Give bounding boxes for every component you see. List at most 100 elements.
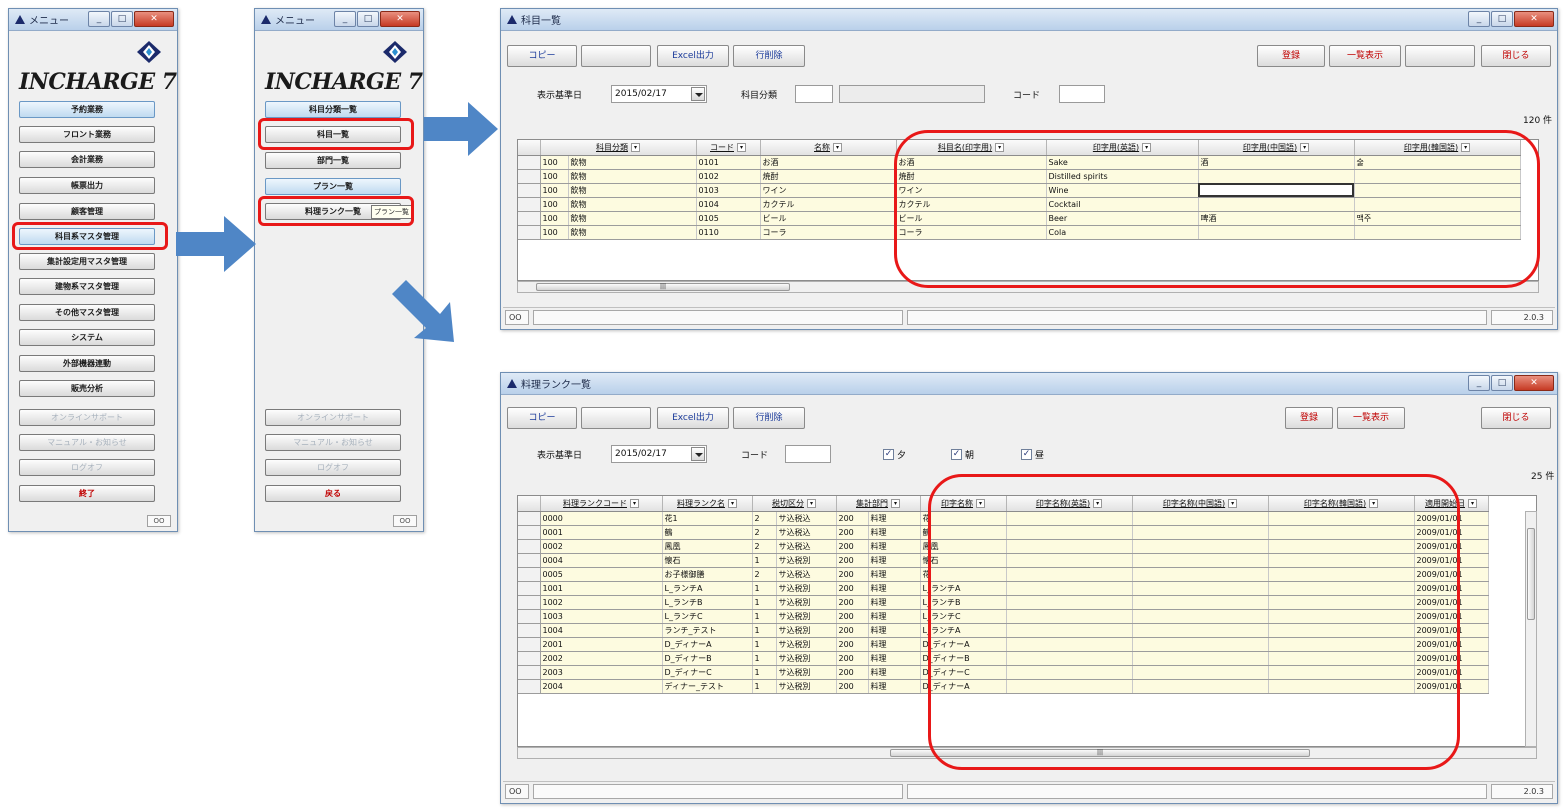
table-cell[interactable]: D_ディナーC	[662, 665, 753, 680]
checkbox-checked-icon[interactable]: ✓	[951, 449, 962, 460]
menu-other-master-button[interactable]: その他マスタ管理	[19, 304, 155, 321]
column-header[interactable]: 名称 ▾	[760, 140, 897, 156]
table-cell[interactable]: 花1	[662, 511, 753, 526]
blank-button[interactable]	[581, 45, 651, 67]
exit-button[interactable]: 終了	[19, 485, 155, 502]
table-cell[interactable]: 200	[836, 581, 869, 596]
table-cell[interactable]: L_ランチC	[662, 609, 753, 624]
table-cell[interactable]: 飲物	[568, 211, 697, 226]
minimize-button[interactable]: _	[1468, 11, 1490, 27]
lunch-checkbox[interactable]: ✓ 昼	[1021, 448, 1044, 461]
table-cell[interactable]: 0104	[696, 197, 761, 212]
column-header[interactable]: 科目分類 ▾	[540, 140, 697, 156]
column-header[interactable]: 税切区分 ▾	[752, 496, 837, 512]
display-date-select[interactable]: 2015/02/17	[611, 85, 707, 103]
minimize-button[interactable]: _	[88, 11, 110, 27]
table-cell[interactable]: 0110	[696, 225, 761, 240]
menu-aggregate-master-button[interactable]: 集計設定用マスタ管理	[19, 253, 155, 270]
table-cell[interactable]: 200	[836, 567, 869, 582]
table-cell[interactable]: サ込税込	[776, 511, 837, 526]
close-window-button[interactable]: ✕	[380, 11, 420, 27]
row-header[interactable]	[518, 581, 541, 596]
table-cell[interactable]: 200	[836, 595, 869, 610]
table-cell[interactable]: D_ディナーB	[662, 651, 753, 666]
table-cell[interactable]: 料理	[868, 609, 921, 624]
category-code-input[interactable]	[795, 85, 833, 103]
department-list-button[interactable]: 部門一覧	[265, 152, 401, 169]
table-cell[interactable]: サ込税別	[776, 553, 837, 568]
filter-dropdown-icon[interactable]: ▾	[807, 498, 816, 508]
online-support-button[interactable]: オンラインサポート	[19, 409, 155, 426]
table-cell[interactable]: ディナー_テスト	[662, 679, 753, 694]
close-window-button[interactable]: ✕	[1514, 375, 1554, 391]
table-cell[interactable]: 200	[836, 623, 869, 638]
table-cell[interactable]: 飲物	[568, 183, 697, 198]
menu-system-button[interactable]: システム	[19, 329, 155, 346]
table-cell[interactable]: ランチ_テスト	[662, 623, 753, 638]
table-cell[interactable]: サ込税別	[776, 623, 837, 638]
online-support-button[interactable]: オンラインサポート	[265, 409, 401, 426]
table-cell[interactable]: 0105	[696, 211, 761, 226]
table-cell[interactable]: 2	[752, 539, 777, 554]
table-cell[interactable]: 1	[752, 581, 777, 596]
table-cell[interactable]: 2	[752, 567, 777, 582]
table-cell[interactable]: 1	[752, 665, 777, 680]
menu-sales-analysis-button[interactable]: 販売分析	[19, 380, 155, 397]
row-header[interactable]	[518, 567, 541, 582]
menu-report-button[interactable]: 帳票出力	[19, 177, 155, 194]
copy-button[interactable]: コピー	[507, 45, 577, 67]
filter-dropdown-icon[interactable]: ▾	[737, 142, 746, 152]
filter-dropdown-icon[interactable]: ▾	[728, 498, 737, 508]
row-header[interactable]	[518, 169, 541, 184]
table-cell[interactable]: 200	[836, 525, 869, 540]
table-cell[interactable]: 0005	[540, 567, 663, 582]
logoff-button[interactable]: ログオフ	[265, 459, 401, 476]
close-button[interactable]: 閉じる	[1481, 45, 1551, 67]
excel-export-button[interactable]: Excel出力	[657, 45, 729, 67]
table-cell[interactable]: 0001	[540, 525, 663, 540]
column-header[interactable]: 料理ランクコード ▾	[540, 496, 663, 512]
filter-dropdown-icon[interactable]: ▾	[631, 142, 640, 152]
table-cell[interactable]: 2	[752, 525, 777, 540]
table-cell[interactable]: サ込税別	[776, 651, 837, 666]
menu-customer-button[interactable]: 顧客管理	[19, 203, 155, 220]
vertical-scrollbar[interactable]	[1525, 511, 1537, 747]
table-cell[interactable]: サ込税別	[776, 609, 837, 624]
code-input[interactable]	[1059, 85, 1105, 103]
row-header[interactable]	[518, 651, 541, 666]
menu-reservation-button[interactable]: 予約業務	[19, 101, 155, 118]
maximize-button[interactable]: □	[111, 11, 133, 27]
table-cell[interactable]: ビール	[760, 211, 897, 226]
close-window-button[interactable]: ✕	[1514, 11, 1554, 27]
delete-row-button[interactable]: 行削除	[733, 407, 805, 429]
table-cell[interactable]: 料理	[868, 651, 921, 666]
close-window-button[interactable]: ✕	[134, 11, 174, 27]
table-cell[interactable]: 0004	[540, 553, 663, 568]
close-button[interactable]: 閉じる	[1481, 407, 1551, 429]
item-category-list-button[interactable]: 科目分類一覧	[265, 101, 401, 118]
dinner-checkbox[interactable]: ✓ 夕	[883, 448, 906, 461]
code-input[interactable]	[785, 445, 831, 463]
display-date-select[interactable]: 2015/02/17	[611, 445, 707, 463]
minimize-button[interactable]: _	[1468, 375, 1490, 391]
table-cell[interactable]: 1002	[540, 595, 663, 610]
row-header[interactable]	[518, 211, 541, 226]
table-cell[interactable]: 料理	[868, 553, 921, 568]
table-cell[interactable]: 鳳凰	[662, 539, 753, 554]
table-cell[interactable]: サ込税別	[776, 637, 837, 652]
copy-button[interactable]: コピー	[507, 407, 577, 429]
table-cell[interactable]: コーラ	[760, 225, 897, 240]
table-cell[interactable]: 200	[836, 539, 869, 554]
blank-button[interactable]	[1405, 45, 1475, 67]
delete-row-button[interactable]: 行削除	[733, 45, 805, 67]
filter-dropdown-icon[interactable]: ▾	[833, 142, 842, 152]
table-cell[interactable]: 1	[752, 679, 777, 694]
table-cell[interactable]: 100	[540, 155, 569, 170]
table-cell[interactable]: 200	[836, 679, 869, 694]
filter-dropdown-icon[interactable]: ▾	[891, 498, 900, 508]
maximize-button[interactable]: □	[1491, 375, 1513, 391]
blank-button[interactable]	[581, 407, 651, 429]
row-header[interactable]	[518, 553, 541, 568]
menu-building-master-button[interactable]: 建物系マスタ管理	[19, 278, 155, 295]
table-cell[interactable]: 200	[836, 511, 869, 526]
